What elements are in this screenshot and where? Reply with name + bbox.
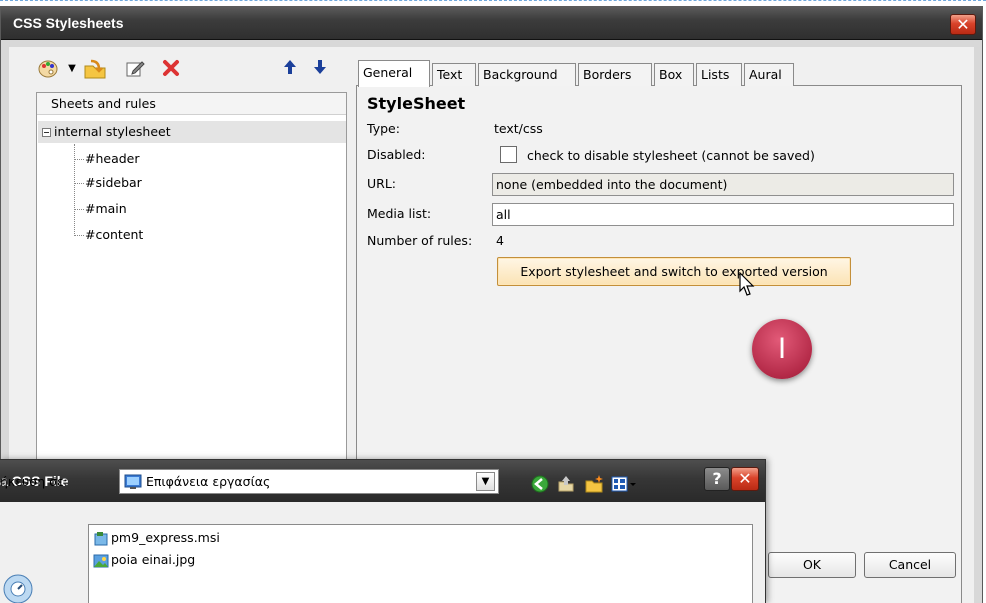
- cancel-button[interactable]: Cancel: [864, 552, 956, 578]
- dropdown-arrow-icon[interactable]: ▼: [66, 58, 78, 80]
- file-item[interactable]: pm9_express.msi: [111, 530, 220, 545]
- tree-item-main[interactable]: #main: [85, 198, 127, 220]
- tree-connector: [74, 235, 84, 236]
- desktop-icon: [124, 474, 142, 489]
- palette-icon[interactable]: [36, 58, 60, 80]
- move-down-icon[interactable]: [312, 58, 328, 80]
- help-button[interactable]: ?: [704, 467, 730, 491]
- stylesheet-heading: StyleSheet: [367, 94, 466, 113]
- step-marker: I: [752, 319, 812, 379]
- save-close-button[interactable]: ✕: [731, 467, 759, 491]
- import-icon[interactable]: [82, 58, 108, 80]
- tree-header: Sheets and rules: [37, 93, 346, 115]
- toolbar: ▼: [16, 54, 346, 86]
- file-item[interactable]: poia einai.jpg: [111, 552, 195, 567]
- tree-connector: [74, 159, 84, 160]
- media-list-input[interactable]: all: [492, 203, 954, 226]
- image-file-icon: [93, 554, 109, 568]
- tree-item-label: internal stylesheet: [54, 124, 171, 139]
- url-label: URL:: [367, 176, 397, 191]
- chevron-down-icon[interactable]: ▼: [476, 472, 495, 491]
- export-stylesheet-button[interactable]: Export stylesheet and switch to exported…: [497, 257, 851, 286]
- move-up-icon[interactable]: [282, 58, 298, 80]
- media-list-label: Media list:: [367, 206, 432, 221]
- tree-item-content[interactable]: #content: [85, 224, 143, 246]
- save-in-label: ήκευση σε:: [0, 474, 68, 489]
- tab-borders[interactable]: Borders: [578, 63, 652, 86]
- save-in-value: Επιφάνεια εργασίας: [146, 474, 271, 489]
- tree-connector: [74, 144, 75, 236]
- tab-aural[interactable]: Aural: [744, 63, 794, 86]
- file-list[interactable]: pm9_express.msi poia einai.jpg: [88, 524, 753, 603]
- tab-background[interactable]: Background: [478, 63, 576, 86]
- delete-icon[interactable]: [160, 58, 182, 80]
- tree-connector: [74, 209, 84, 210]
- type-value: text/css: [494, 121, 543, 136]
- save-in-select[interactable]: Επιφάνεια εργασίας: [119, 469, 499, 494]
- rules-count-label: Number of rules:: [367, 233, 473, 248]
- view-menu-icon[interactable]: [610, 474, 638, 494]
- back-icon[interactable]: [530, 474, 550, 494]
- close-button[interactable]: ✕: [950, 14, 976, 35]
- recent-places-icon[interactable]: [0, 567, 36, 603]
- installer-icon: [94, 532, 108, 546]
- type-label: Type:: [367, 121, 400, 136]
- new-folder-icon[interactable]: [584, 474, 604, 494]
- disabled-label: Disabled:: [367, 147, 426, 162]
- tab-lists[interactable]: Lists: [696, 63, 742, 86]
- rules-count-value: 4: [496, 233, 504, 248]
- tab-text[interactable]: Text: [432, 63, 476, 86]
- tree-item-internal-stylesheet[interactable]: internal stylesheet: [38, 121, 346, 143]
- tree-item-header[interactable]: #header: [85, 148, 140, 170]
- title-bar[interactable]: CSS Stylesheets ✕: [1, 7, 982, 40]
- mouse-cursor-icon: [739, 272, 755, 296]
- up-folder-icon[interactable]: [556, 474, 576, 494]
- tree-connector: [74, 183, 84, 184]
- dialog-title: CSS Stylesheets: [13, 15, 124, 31]
- url-field: none (embedded into the document): [492, 173, 954, 196]
- tab-general[interactable]: General: [358, 60, 430, 87]
- tree-item-sidebar[interactable]: #sidebar: [85, 172, 142, 194]
- edit-icon[interactable]: [124, 58, 146, 80]
- ok-button[interactable]: OK: [768, 552, 856, 578]
- collapse-icon[interactable]: [42, 128, 51, 137]
- disabled-checkbox[interactable]: [500, 146, 517, 163]
- disabled-checkbox-label: check to disable stylesheet (cannot be s…: [527, 148, 815, 163]
- tab-box[interactable]: Box: [654, 63, 694, 86]
